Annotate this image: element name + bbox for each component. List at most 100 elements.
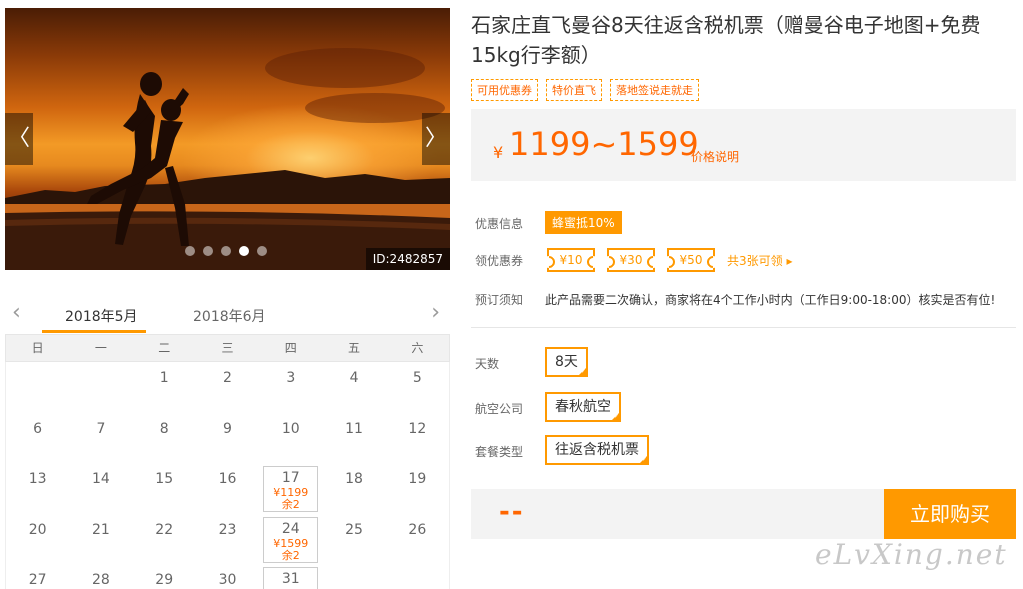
calendar-day: 14 [69, 463, 132, 515]
calendar-week-row: 13 14 15 16 17 ¥1199 余2 18 19 [6, 463, 449, 514]
calendar-day-available[interactable]: 17 ¥1199 余2 [263, 466, 319, 512]
carousel-dot[interactable] [203, 246, 213, 256]
calendar-day [69, 362, 132, 413]
days-option-text: 8天 [555, 354, 578, 370]
calendar-day: 2 [196, 362, 259, 413]
tab-month-may[interactable]: 2018年5月 [65, 306, 138, 326]
weekday-label: 二 [158, 341, 171, 355]
selected-check-icon: ✓ [580, 368, 586, 375]
selected-check-icon: ✓ [613, 413, 619, 420]
day-number: 21 [92, 521, 110, 538]
package-option[interactable]: 往返含税机票 ✓ [545, 435, 649, 465]
coupon-50[interactable]: ¥50 [667, 248, 715, 272]
calendar-day-available[interactable]: 24 ¥1599 余2 [263, 516, 319, 563]
selected-check-icon: ✓ [641, 456, 647, 463]
calendar-day: 15 [133, 463, 196, 515]
divider [471, 327, 1016, 328]
calendar-day: 29 [133, 564, 196, 589]
day-number: 1 [159, 370, 169, 386]
departure-calendar: ‹ 2018年5月 2018年6月 › 日一二三四五六 1 2 3 4 5 6 7 8 9 10 1… [5, 292, 450, 589]
coupon-label: 领优惠券 [475, 254, 524, 268]
calendar-weekday-header: 日一二三四五六 [5, 334, 450, 362]
day-number: 11 [345, 420, 363, 437]
day-number: 4 [349, 370, 359, 386]
product-tag: 可用优惠券 [471, 79, 538, 101]
total-price: -- [499, 497, 525, 527]
day-number: 14 [92, 471, 110, 487]
carousel-dot[interactable] [257, 246, 267, 256]
calendar-day: 18 [322, 463, 385, 515]
calendar-day-available[interactable]: 31¥1599 [263, 567, 319, 589]
day-number: 15 [155, 471, 174, 487]
calendar-prev-icon[interactable]: ‹ [12, 300, 21, 325]
day-number: 5 [412, 370, 422, 386]
calendar-day: 8 [133, 413, 196, 464]
coupon-30[interactable]: ¥30 [607, 248, 655, 272]
carousel-dot[interactable] [185, 246, 195, 256]
calendar-day: 3 [259, 362, 322, 413]
day-number: 25 [345, 521, 363, 538]
calendar-day: 30 [196, 564, 259, 589]
day-number: 26 [408, 521, 427, 538]
airline-option[interactable]: 春秋航空 ✓ [545, 392, 621, 422]
buy-now-button[interactable]: 立即购买 [884, 489, 1016, 539]
calendar-day: 6 [6, 413, 69, 464]
airline-option-text: 春秋航空 [555, 399, 611, 415]
hero-carousel[interactable]: 〈 〉 ID:2482857 [5, 8, 450, 270]
day-number: 13 [28, 471, 47, 487]
calendar-day: 7 [69, 413, 132, 464]
calendar-day: 23 [196, 514, 259, 566]
day-number: 19 [408, 471, 427, 487]
package-option-text: 往返含税机票 [555, 442, 639, 458]
calendar-grid: 1 2 3 4 5 6 7 8 9 10 11 12 13 14 15 16 17 ¥1199 余2 18 19 20 21… [5, 362, 450, 589]
photo-id-label: ID:2482857 [365, 248, 450, 270]
calendar-day: 21 [69, 514, 132, 566]
calendar-day: 28 [69, 564, 132, 589]
price-box: ¥ 1199~1599 价格说明 [471, 109, 1016, 181]
day-number: 30 [218, 572, 237, 588]
calendar-day [6, 362, 69, 413]
day-number: 10 [281, 420, 300, 437]
package-label: 套餐类型 [475, 445, 524, 459]
site-watermark: eLvXing.net [815, 538, 1008, 571]
calendar-day: 27 [6, 564, 69, 589]
airline-label: 航空公司 [475, 402, 524, 416]
day-number: 28 [92, 572, 110, 588]
calendar-next-icon[interactable]: › [431, 300, 440, 325]
calendar-day: 9 [196, 413, 259, 464]
price-note-link[interactable]: 价格说明 [691, 148, 739, 165]
calendar-day: 22 [133, 514, 196, 566]
day-number: 18 [345, 471, 363, 487]
coupon-10[interactable]: ¥10 [547, 248, 595, 272]
days-option[interactable]: 8天 ✓ [545, 347, 588, 377]
carousel-prev-button[interactable]: 〈 [5, 113, 33, 165]
calendar-week-row: 1 2 3 4 5 [6, 362, 449, 413]
day-number: 12 [408, 420, 427, 437]
day-number: 27 [28, 572, 47, 588]
calendar-day: 25 [322, 514, 385, 566]
day-number: 9 [223, 420, 232, 437]
day-number: 23 [218, 521, 237, 538]
days-label: 天数 [475, 357, 500, 371]
product-tag: 特价直飞 [546, 79, 602, 101]
carousel-dot[interactable] [221, 246, 231, 256]
get-coupons-link[interactable]: 共3张可领 ▸ [727, 252, 792, 269]
day-number: 2 [223, 370, 232, 386]
product-tags: 可用优惠券 特价直飞 落地签说走就走 [471, 79, 699, 101]
carousel-dots [185, 246, 267, 256]
weekday-label: 六 [411, 341, 424, 355]
calendar-week-row: 27 28 29 30 31¥1599 [6, 564, 449, 589]
day-number: 29 [155, 572, 174, 588]
tab-month-june[interactable]: 2018年6月 [193, 306, 266, 326]
carousel-dot[interactable] [239, 246, 249, 256]
day-number: 16 [218, 471, 237, 487]
price-range: 1199~1599 [509, 125, 699, 163]
seats-left: 余2 [281, 498, 300, 511]
day-number: 20 [28, 521, 47, 538]
booking-notice-text: 此产品需要二次确认，商家将在4个工作小时内（工作日9:00-18:00）核实是否… [545, 293, 996, 307]
carousel-next-button[interactable]: 〉 [422, 113, 450, 165]
day-number: 22 [155, 521, 174, 538]
calendar-week-row: 20 21 22 23 24 ¥1599 余2 25 26 [6, 514, 449, 565]
day-number: 3 [286, 370, 296, 386]
product-tag: 落地签说走就走 [610, 79, 699, 101]
